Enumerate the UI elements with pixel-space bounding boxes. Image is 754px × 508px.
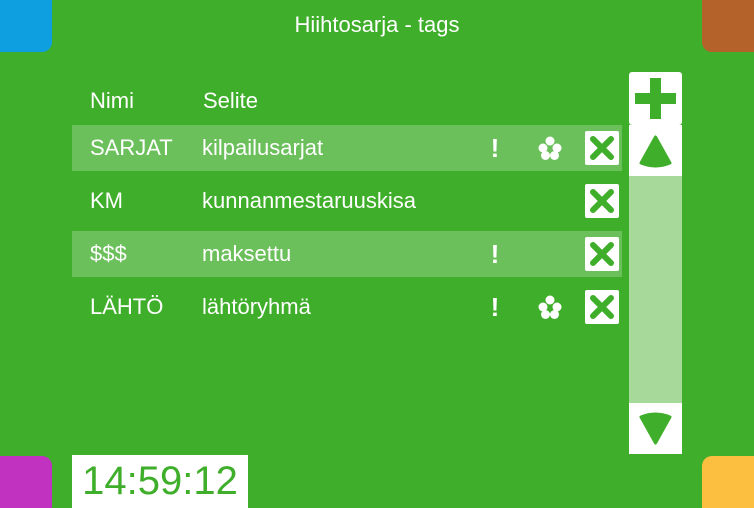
exclamation-icon: ! — [490, 292, 500, 322]
close-x-icon — [590, 242, 614, 266]
corner-bottom-right[interactable] — [702, 456, 754, 508]
close-x-icon — [590, 136, 614, 160]
table-row[interactable]: $$$ maksettu ! — [72, 231, 622, 277]
page-title: Hiihtosarja - tags — [294, 12, 460, 37]
row-description: kunnanmestaruuskisa — [202, 188, 417, 213]
table-row[interactable]: SARJAT kilpailusarjat ! — [72, 125, 622, 171]
row-description: lähtöryhmä — [202, 294, 311, 319]
add-button[interactable] — [629, 72, 682, 125]
scroll-up-button[interactable] — [629, 125, 682, 176]
flower-icon[interactable] — [538, 136, 562, 160]
row-name: SARJAT — [90, 135, 173, 160]
delete-button[interactable] — [585, 290, 619, 324]
column-header-description: Selite — [203, 88, 259, 113]
close-x-icon — [590, 189, 614, 213]
row-description: kilpailusarjat — [202, 135, 324, 160]
delete-button[interactable] — [585, 131, 619, 165]
corner-bottom-left[interactable] — [0, 456, 52, 508]
triangle-up-icon — [639, 135, 672, 168]
delete-button[interactable] — [585, 184, 619, 218]
table-row[interactable]: LÄHTÖ lähtöryhmä ! — [72, 284, 622, 330]
delete-button[interactable] — [585, 237, 619, 271]
close-x-icon — [590, 295, 614, 319]
exclamation-icon: ! — [490, 239, 500, 269]
exclamation-icon: ! — [490, 133, 500, 163]
row-description: maksettu — [202, 241, 292, 266]
row-name: KM — [90, 188, 123, 213]
row-name: LÄHTÖ — [90, 294, 164, 319]
column-header-name: Nimi — [90, 88, 134, 113]
scroll-down-button[interactable] — [629, 403, 682, 454]
triangle-down-icon — [639, 412, 672, 445]
flower-icon[interactable] — [538, 295, 562, 319]
clock-display: 14:59:12 — [72, 455, 248, 508]
row-name: $$$ — [90, 241, 127, 266]
plus-icon — [635, 78, 676, 119]
table-row[interactable]: KM kunnanmestaruuskisa — [72, 178, 622, 224]
